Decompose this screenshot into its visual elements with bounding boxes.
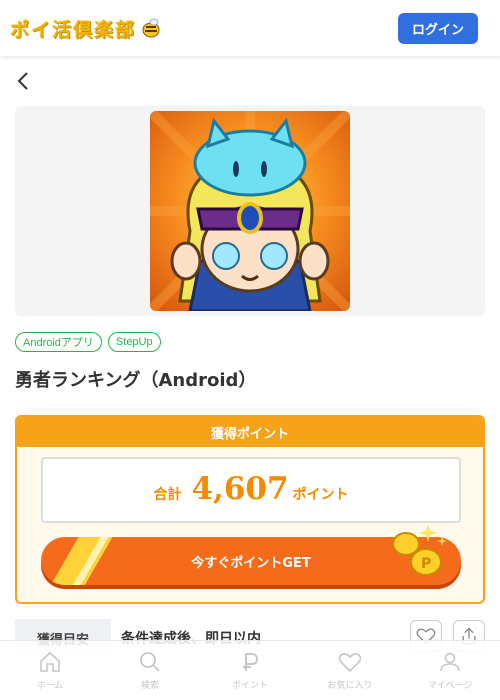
nav-favorites-label: お気に入り <box>327 681 373 691</box>
tag-list: Androidアプリ StepUp <box>15 332 161 352</box>
svg-text:P: P <box>421 556 431 572</box>
total-points-card: 合計 4,607 ポイント <box>41 457 461 523</box>
search-icon <box>140 652 160 672</box>
back-arrow-icon[interactable] <box>14 70 34 92</box>
nav-search[interactable]: 検索 <box>100 641 200 700</box>
nav-points[interactable]: ポイント <box>200 641 300 700</box>
nav-points-label: ポイント <box>231 681 268 691</box>
nav-mypage-label: マイページ <box>427 681 473 691</box>
app-icon-image <box>150 111 350 311</box>
login-button[interactable]: ログイン <box>398 13 478 44</box>
home-icon <box>40 651 60 672</box>
nav-home[interactable]: ホーム <box>0 641 100 700</box>
site-logo[interactable]: ポイ活倶楽部 <box>10 14 162 42</box>
heart-icon <box>338 653 362 673</box>
tag-android-app[interactable]: Androidアプリ <box>15 332 102 352</box>
nav-search-label: 検索 <box>140 681 159 691</box>
bottom-navigation: ホーム 検索 ポイント お気に入り マイページ <box>0 640 500 700</box>
nav-favorites[interactable]: お気に入り <box>300 641 400 700</box>
nav-mypage[interactable]: マイページ <box>400 641 500 700</box>
total-label: 合計 <box>153 487 182 503</box>
tag-stepup[interactable]: StepUp <box>107 332 161 352</box>
get-points-label: 今すぐポイントGET <box>191 555 311 571</box>
point-icon <box>243 653 259 671</box>
logo-text: ポイ活倶楽部 <box>10 18 137 41</box>
total-points-unit: ポイント <box>292 487 349 503</box>
header: ポイ活倶楽部 ログイン <box>0 0 500 56</box>
bee-icon <box>142 18 160 38</box>
points-header: 獲得ポイント <box>17 417 483 447</box>
page-title: 勇者ランキング（Android） <box>15 370 257 391</box>
user-icon <box>440 652 460 672</box>
nav-home-label: ホーム <box>36 681 64 691</box>
coins-icon: P <box>392 524 447 576</box>
total-points-value: 4,607 <box>191 471 289 507</box>
